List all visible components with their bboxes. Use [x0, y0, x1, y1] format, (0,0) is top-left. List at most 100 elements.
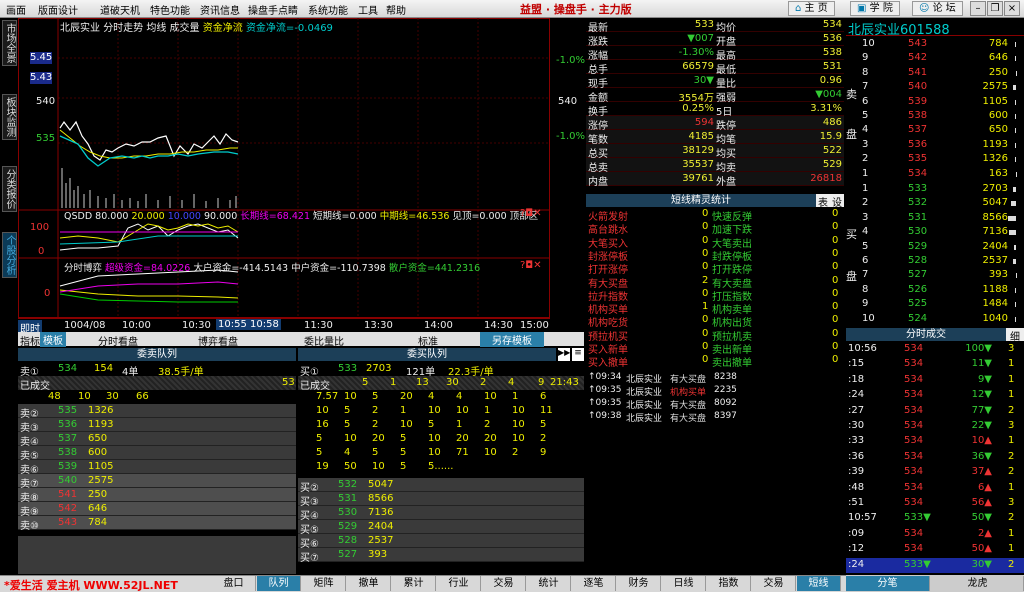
- tick-row[interactable]: 10:56 534 100▼ 3: [846, 342, 1024, 357]
- indicator-controls-icon[interactable]: ?◘✕: [520, 208, 542, 219]
- tick-price: 533▼: [904, 512, 931, 524]
- book-price: 533: [908, 183, 928, 194]
- tick-row[interactable]: 10:57 533▼ 50▼ 2: [846, 511, 1024, 526]
- tick-vol: 10▲: [971, 435, 992, 447]
- tick-vol: 2▲: [977, 527, 992, 539]
- spirit-label2[interactable]: 卖出撤单: [712, 354, 752, 369]
- bottom-tab[interactable]: 逐笔: [572, 576, 616, 591]
- queue-buy-row: 买② 532 5047: [298, 478, 584, 494]
- bottom-tab[interactable]: 累计: [392, 576, 436, 591]
- tick-time: 10:57: [848, 512, 877, 524]
- tab-ratio[interactable]: 委比量比: [304, 333, 344, 348]
- bottom-tab[interactable]: 交易: [482, 576, 526, 591]
- bottom-tab[interactable]: 盘口: [212, 576, 256, 591]
- tab-template[interactable]: 模板: [40, 332, 66, 347]
- event-stock[interactable]: 北辰实业: [626, 372, 662, 385]
- menu-tools[interactable]: 工具: [358, 2, 378, 17]
- queue-sell-row: 卖⑥ 539 1105: [18, 460, 296, 476]
- menu-news[interactable]: 资讯信息: [200, 2, 240, 17]
- menu-daopo[interactable]: 道破天机: [100, 2, 140, 17]
- tick-row[interactable]: :12 534 50▲ 1: [846, 542, 1024, 557]
- tick-row[interactable]: :30 534 22▼ 3: [846, 419, 1024, 434]
- event-stock[interactable]: 北辰实业: [626, 411, 662, 424]
- tab-category-quote[interactable]: 分类报价: [2, 166, 17, 212]
- bottom-tab[interactable]: 统计: [527, 576, 571, 591]
- event-stock[interactable]: 北辰实业: [626, 385, 662, 398]
- event-stock[interactable]: 北辰实业: [626, 398, 662, 411]
- ticks-detail-button[interactable]: 细: [1006, 328, 1024, 343]
- book-price: 530: [908, 226, 928, 238]
- queue-cell: 5: [428, 419, 435, 430]
- tick-row[interactable]: :24 534 12▼ 1: [846, 388, 1024, 403]
- tick-row[interactable]: :36 534 36▼ 2: [846, 450, 1024, 465]
- bottom-tab[interactable]: 短线: [797, 576, 841, 591]
- book-level: 1: [862, 183, 869, 194]
- tab-market-overview[interactable]: 市场全景: [2, 20, 17, 66]
- tick-row[interactable]: :27 534 77▼ 2: [846, 404, 1024, 419]
- menu-layout[interactable]: 版面设计: [38, 2, 78, 17]
- quote-row: 涨停 594 跌停 486: [586, 116, 844, 132]
- tick-time: :15: [848, 358, 865, 370]
- tab-longhu[interactable]: 龙虎: [932, 576, 1024, 591]
- book-vol: 646: [988, 52, 1008, 64]
- tick-row[interactable]: :15 534 11▼ 1: [846, 357, 1024, 372]
- tab-ticks[interactable]: 分笔: [846, 576, 930, 591]
- tick-row[interactable]: :51 534 56▲ 3: [846, 496, 1024, 511]
- tab-game-watch[interactable]: 博弈看盘: [198, 333, 238, 348]
- spirit-count: 0: [702, 327, 709, 339]
- menu-pointer[interactable]: 操盘手点睛: [248, 2, 298, 17]
- menu-screen[interactable]: 画面: [6, 2, 26, 17]
- bottom-tab[interactable]: 队列: [257, 576, 301, 591]
- bottom-tab[interactable]: 日线: [662, 576, 706, 591]
- buy1-row: 买① 533 2703 121单 22.3手/单: [300, 363, 494, 378]
- school-icon: ▣: [857, 3, 870, 14]
- spirit-count: 0: [702, 234, 709, 246]
- tick-time: :39: [848, 466, 865, 478]
- spirit-settings-button[interactable]: 设: [830, 194, 844, 209]
- home-button[interactable]: ⌂ 主 页: [788, 1, 835, 16]
- bottom-tab[interactable]: 撤单: [347, 576, 391, 591]
- tick-row[interactable]: :39 534 37▲ 2: [846, 465, 1024, 480]
- queue-buy-price: 532: [338, 479, 358, 490]
- menu-system[interactable]: 系统功能: [308, 2, 348, 17]
- tick-row[interactable]: :33 534 10▲ 1: [846, 434, 1024, 449]
- tab-sector-monitor[interactable]: 板块监测: [2, 94, 17, 140]
- book-level: 3: [862, 138, 869, 150]
- tick-row[interactable]: :48 534 6▲ 1: [846, 481, 1024, 496]
- tick-count: 2: [1008, 404, 1015, 416]
- tab-standard[interactable]: 标准: [418, 333, 438, 348]
- school-button[interactable]: ▣ 学 院: [850, 1, 900, 16]
- book-price: 537: [908, 124, 928, 136]
- queue-cell: 20: [484, 433, 497, 444]
- menu-features[interactable]: 特色功能: [150, 2, 190, 17]
- close-icon[interactable]: ×: [1004, 1, 1020, 16]
- minimize-icon[interactable]: –: [970, 1, 986, 16]
- bottom-tab[interactable]: 交易: [752, 576, 796, 591]
- quote-label: 内盘: [588, 177, 608, 188]
- expand-icon[interactable]: ▶▶: [558, 348, 570, 361]
- spirit-table-button[interactable]: 表: [816, 194, 830, 209]
- save-template-button[interactable]: 另存模板: [480, 332, 544, 347]
- bottom-tab[interactable]: 行业: [437, 576, 481, 591]
- bo-controls-icon[interactable]: ?◘✕: [520, 260, 542, 271]
- tick-row[interactable]: :18 534 9▼ 1: [846, 373, 1024, 388]
- tick-count: 3: [1008, 420, 1015, 431]
- spirit-label[interactable]: 买入撤单: [588, 354, 628, 369]
- bottom-tab[interactable]: 财务: [617, 576, 661, 591]
- menu-help[interactable]: 帮助: [386, 2, 406, 17]
- bottom-tab[interactable]: 矩阵: [302, 576, 346, 591]
- bottom-tab[interactable]: 指数: [707, 576, 751, 591]
- tick-vol: 36▼: [971, 450, 992, 462]
- tab-intraday-watch[interactable]: 分时看盘: [98, 333, 138, 348]
- restore-icon[interactable]: ❐: [987, 1, 1003, 16]
- app-title: 益盟 · 操盘手 · 主力版: [520, 3, 632, 16]
- tab-indicator[interactable]: 指标: [20, 333, 40, 348]
- menu-icon[interactable]: ≡: [572, 348, 584, 361]
- tick-row[interactable]: :09 534 2▲ 1: [846, 527, 1024, 542]
- forum-button[interactable]: ☺ 论 坛: [912, 1, 963, 16]
- tick-row[interactable]: :24 533▼ 30▼ 2: [846, 557, 1024, 573]
- quote-value: 30▼: [693, 75, 714, 86]
- ticks-title: 分时成交: [846, 328, 1006, 341]
- queue-cell: 10: [400, 419, 413, 430]
- tab-stock-analysis[interactable]: 个股分析: [2, 232, 17, 278]
